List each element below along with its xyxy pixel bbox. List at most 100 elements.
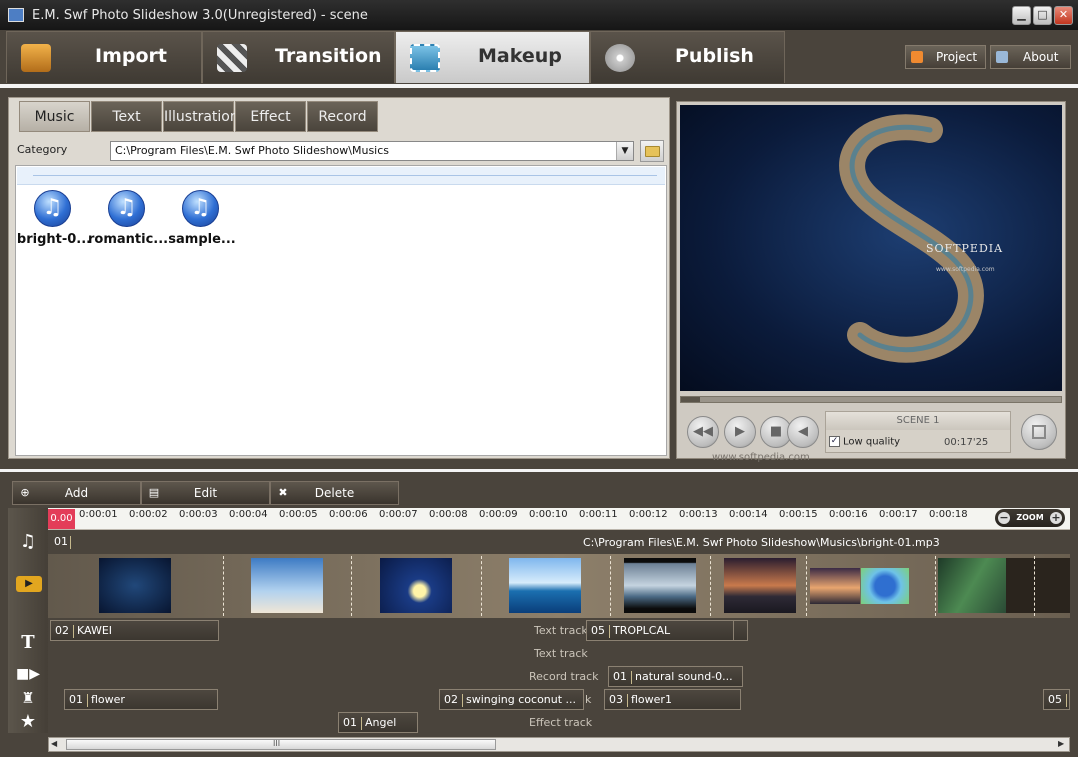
project-button[interactable]: Project [905,45,986,69]
clip-name: natural sound-0... [635,670,733,683]
subtab-text[interactable]: Text [91,101,162,132]
about-button[interactable]: About [990,45,1071,69]
camera-icon: ■▶ [16,666,40,682]
add-button[interactable]: ⊕ Add [12,481,141,505]
illustration-clip[interactable]: 05fl [1043,689,1070,710]
edit-button-label: Edit [193,486,218,500]
chevron-down-icon[interactable]: ▼ [616,142,633,160]
preview-artwork [839,114,984,363]
divider [0,469,1078,472]
tab-import-label: Import [95,45,167,67]
timeline-tick-label: 0:00:06 [329,509,368,520]
tab-makeup-label: Makeup [478,45,562,67]
project-button-label: Project [936,50,978,64]
effect-clip[interactable]: 01 Angel [338,712,418,733]
subtab-illustration[interactable]: Illustration [163,101,239,132]
clip-number: 03 [609,693,623,706]
record-track-label: Record track [529,670,599,683]
timeline-tick-label: 0:00:14 [729,509,768,520]
tab-transition-label: Transition [275,45,382,67]
music-track-icon: ♫ [19,531,37,552]
timeline-tick-label: 0:00:09 [479,509,518,520]
timeline-tick-label: 0:00:18 [929,509,968,520]
music-note-icon: ♫ [108,190,145,227]
progress-fill [681,397,700,402]
minimize-button[interactable]: ▁ [1012,6,1031,25]
tab-makeup[interactable]: Makeup [395,31,590,83]
list-item[interactable]: ♫ sample... [162,190,242,250]
fullscreen-icon [1032,425,1046,439]
delete-button[interactable]: ✖ Delete [270,481,399,505]
text-clip-end[interactable] [733,620,748,641]
edit-button[interactable]: ▤ Edit [141,481,270,505]
photo-thumbnail[interactable] [938,558,1006,613]
clip-number: 01 [69,693,83,706]
divider [0,84,1078,88]
timeline-tick-label: 0:00:17 [879,509,918,520]
photo-thumbnail[interactable] [861,568,909,604]
playback-progress[interactable] [680,396,1062,403]
text-clip[interactable]: 02 KAWEI [50,620,219,641]
clip-number: 05 [1048,693,1062,706]
transition-marker [1034,556,1035,616]
category-select[interactable]: C:\Program Files\E.M. Swf Photo Slidesho… [110,141,634,161]
close-button[interactable]: ✕ [1054,6,1073,25]
clip-number: 02 [55,624,69,637]
subtab-effect[interactable]: Effect [235,101,306,132]
list-item[interactable]: ♫ romantic... [88,190,168,250]
stop-icon: ■ [769,424,783,439]
subtab-record[interactable]: Record [307,101,378,132]
clip-number: 01 [343,716,357,729]
delete-button-label: Delete [314,486,355,500]
softpedia-watermark: SOFTPEDIA [926,242,1004,255]
timeline-tick-label: 0:00:10 [529,509,568,520]
timeline-tick-label: 0:00:15 [779,509,818,520]
illustration-clip[interactable]: 01 flower [64,689,218,710]
clip-name: flower [91,693,125,706]
current-time-marker[interactable]: 0.00 [48,509,75,529]
record-clip[interactable]: 01 natural sound-0... [608,666,743,687]
illustration-clip[interactable]: 02 swinging coconut ... [439,689,584,710]
low-quality-label: Low quality [843,436,901,448]
scroll-right-icon[interactable]: ▶ [1058,739,1064,748]
timeline-tick-label: 0:00:07 [379,509,418,520]
low-quality-checkbox[interactable]: ✓ Low quality [829,436,900,448]
subtab-music[interactable]: Music [19,101,90,132]
maximize-button[interactable]: □ [1033,6,1052,25]
photo-thumbnail[interactable] [251,558,323,613]
timeline-tick-label: 0:00:11 [579,509,618,520]
list-item[interactable]: ♫ bright-0... [14,190,94,250]
scroll-left-icon[interactable]: ◀ [51,739,57,748]
zoom-in-icon[interactable]: + [1050,512,1062,524]
photo-thumbnail[interactable] [810,568,860,604]
timeline-tick-label: 0:00:03 [179,509,218,520]
zoom-out-icon[interactable]: − [998,512,1010,524]
category-label: Category [17,143,68,156]
music-file-name: romantic... [88,232,169,247]
play-icon: ▶ [735,424,745,439]
play-button[interactable]: ▶ [724,416,756,448]
illustration-clip[interactable]: 03 flower1 [604,689,741,710]
timeline-tick-label: 0:00:08 [429,509,468,520]
music-track-file: C:\Program Files\E.M. Swf Photo Slidesho… [583,536,940,549]
makeup-icon [410,44,440,72]
timeline-tick-label: 0:00:16 [829,509,868,520]
tab-transition[interactable]: Transition [202,31,395,83]
add-button-label: Add [64,486,89,500]
tab-publish[interactable]: Publish [590,31,785,83]
photo-thumbnail[interactable] [509,558,581,613]
volume-button[interactable]: ◀ [787,416,819,448]
tab-import[interactable]: Import [6,31,202,83]
zoom-control[interactable]: − ZOOM + [995,509,1065,527]
rewind-button[interactable]: ◀◀ [687,416,719,448]
app-icon [8,8,24,22]
photo-thumbnail[interactable] [724,558,796,613]
browse-folder-button[interactable] [640,140,664,162]
fullscreen-button[interactable] [1021,414,1057,450]
photo-thumbnail[interactable] [380,558,452,613]
photo-thumbnail[interactable] [99,558,171,613]
photo-thumbnail[interactable] [624,558,696,613]
transition-icon [217,44,247,72]
scrollbar-thumb[interactable]: III [66,739,496,750]
text-clip[interactable]: 05 TROPLCAL [586,620,734,641]
